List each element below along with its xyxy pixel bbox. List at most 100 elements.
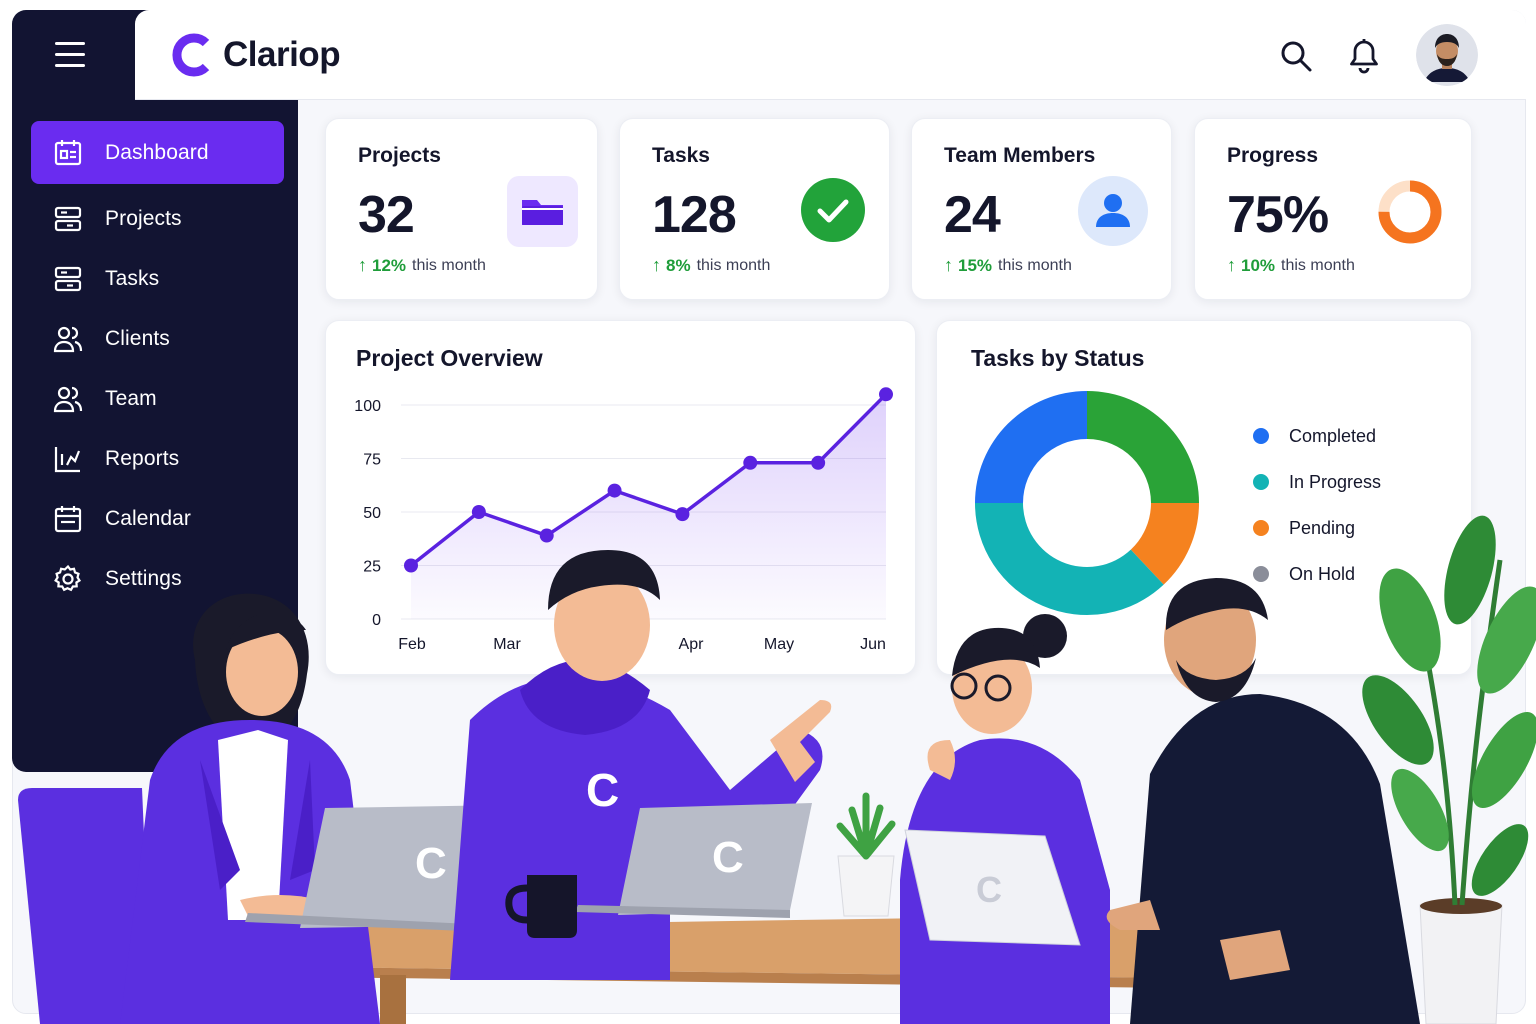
legend-label: In Progress bbox=[1289, 471, 1382, 492]
arrow-up-icon: ↑ bbox=[652, 255, 661, 275]
team-icon bbox=[53, 384, 83, 414]
stat-delta-label: this month bbox=[1281, 256, 1355, 274]
menu-icon[interactable] bbox=[55, 42, 85, 68]
stat-delta: ↑ 15% this month bbox=[944, 255, 1072, 276]
arrow-up-icon: ↑ bbox=[944, 255, 953, 275]
data-point[interactable] bbox=[879, 387, 893, 402]
legend-item[interactable]: In Progress bbox=[1253, 459, 1381, 505]
stat-card-team-members[interactable]: Team Members 24 ↑ 15% this month bbox=[911, 118, 1172, 300]
projects-icon bbox=[53, 204, 83, 234]
y-tick-label: 50 bbox=[363, 505, 381, 522]
reports-icon bbox=[53, 444, 83, 474]
x-tick-label: Jun bbox=[860, 636, 886, 653]
stat-card-tasks[interactable]: Tasks 128 ↑ 8% this month bbox=[619, 118, 890, 300]
stat-delta-value: 10% bbox=[1241, 255, 1276, 275]
legend-label: Pending bbox=[1289, 517, 1356, 538]
tasks-icon bbox=[53, 264, 83, 294]
project-overview-chart: 0 25 50 75 100 Feb Mar Apr May Jun bbox=[354, 387, 893, 653]
arrow-up-icon: ↑ bbox=[1227, 255, 1236, 275]
sidebar-item-team[interactable]: Team bbox=[31, 369, 284, 429]
legend-dot bbox=[1253, 474, 1269, 490]
folder-icon bbox=[507, 176, 578, 247]
stat-value: 24 bbox=[944, 186, 1001, 244]
app-name: Clariop bbox=[223, 35, 341, 74]
stat-delta: ↑ 8% this month bbox=[652, 255, 770, 276]
stat-delta: ↑ 12% this month bbox=[358, 255, 486, 276]
sidebar-item-reports[interactable]: Reports bbox=[31, 429, 284, 489]
sidebar-item-clients[interactable]: Clients bbox=[31, 309, 284, 369]
stat-title: Team Members bbox=[944, 144, 1096, 167]
sidebar-item-label: Clients bbox=[105, 327, 170, 350]
chart-title: Tasks by Status bbox=[971, 345, 1145, 371]
calendar-icon bbox=[53, 504, 83, 534]
stat-delta-label: this month bbox=[998, 256, 1072, 274]
x-tick-label: Apr bbox=[679, 636, 705, 653]
sidebar-item-projects[interactable]: Projects bbox=[31, 189, 284, 249]
legend-label: On Hold bbox=[1289, 563, 1356, 584]
stat-delta-label: this month bbox=[412, 256, 486, 274]
data-point[interactable] bbox=[743, 455, 758, 470]
y-tick-label: 100 bbox=[354, 398, 381, 415]
legend-label: Completed bbox=[1289, 425, 1377, 446]
donut-slice[interactable] bbox=[975, 391, 1087, 503]
x-tick-label: Mar bbox=[493, 636, 521, 653]
top-bar bbox=[135, 10, 1526, 100]
settings-icon bbox=[53, 564, 83, 594]
data-point[interactable] bbox=[607, 483, 622, 498]
stat-title: Progress bbox=[1227, 144, 1319, 167]
y-tick-label: 25 bbox=[363, 559, 381, 576]
tasks-by-status-chart bbox=[975, 391, 1199, 615]
donut-slice[interactable] bbox=[975, 503, 1164, 615]
stat-value: 75% bbox=[1227, 186, 1329, 244]
dashboard-icon bbox=[53, 138, 83, 168]
user-icon bbox=[1078, 176, 1148, 251]
x-tick-label: May bbox=[764, 636, 794, 653]
stat-delta-value: 8% bbox=[666, 255, 691, 275]
sidebar-item-label: Projects bbox=[105, 207, 182, 230]
y-tick-label: 75 bbox=[363, 452, 381, 469]
data-point[interactable] bbox=[539, 528, 554, 543]
data-point[interactable] bbox=[471, 505, 486, 519]
sidebar-item-settings[interactable]: Settings bbox=[31, 549, 284, 609]
data-point[interactable] bbox=[675, 507, 690, 522]
bell-icon[interactable] bbox=[1344, 36, 1384, 76]
y-tick-label: 0 bbox=[372, 612, 381, 629]
search-icon[interactable] bbox=[1276, 36, 1316, 76]
logo-icon bbox=[172, 33, 210, 77]
arrow-up-icon: ↑ bbox=[358, 255, 367, 275]
tasks-by-status-card: Tasks by Status Completed In Progress Pe… bbox=[936, 320, 1472, 675]
sidebar-item-tasks[interactable]: Tasks bbox=[31, 249, 284, 309]
app-logo[interactable]: Clariop bbox=[171, 33, 341, 77]
stat-delta-value: 12% bbox=[372, 255, 407, 275]
legend-dot bbox=[1253, 566, 1269, 582]
sidebar-item-label: Calendar bbox=[105, 507, 192, 530]
sidebar-item-label: Tasks bbox=[105, 267, 160, 290]
legend-dot bbox=[1253, 520, 1269, 536]
stat-delta-value: 15% bbox=[958, 255, 993, 275]
stat-title: Projects bbox=[358, 144, 441, 167]
dashboard-screen: Dashboard Projects Tasks Clients Team Re… bbox=[0, 0, 1536, 1024]
sidebar-item-label: Dashboard bbox=[105, 140, 209, 164]
stat-title: Tasks bbox=[652, 144, 710, 167]
sidebar-item-calendar[interactable]: Calendar bbox=[31, 489, 284, 549]
legend-item[interactable]: Completed bbox=[1253, 413, 1381, 459]
sidebar-nav: Dashboard Projects Tasks Clients Team Re… bbox=[31, 121, 284, 609]
sidebar-item-label: Reports bbox=[105, 447, 180, 470]
sidebar-item-dashboard[interactable]: Dashboard bbox=[31, 121, 284, 184]
stat-value: 32 bbox=[358, 186, 415, 244]
stat-delta-label: this month bbox=[696, 256, 771, 274]
legend-item[interactable]: Pending bbox=[1253, 505, 1381, 551]
data-point[interactable] bbox=[404, 558, 418, 573]
stat-card-projects[interactable]: Projects 32 ↑ 12% this month bbox=[325, 118, 598, 300]
project-overview-card: Project Overview 0 25 50 75 100 Feb Mar Apr May J… bbox=[325, 320, 916, 675]
sidebar-item-label: Team bbox=[105, 387, 157, 410]
stat-card-progress[interactable]: Progress 75% ↑ 10% this month bbox=[1194, 118, 1472, 300]
sidebar-item-label: Settings bbox=[105, 567, 182, 590]
donut-slice[interactable] bbox=[1087, 391, 1199, 503]
legend-dot bbox=[1253, 428, 1269, 444]
ring-progress-icon bbox=[1377, 179, 1443, 250]
legend-item[interactable]: On Hold bbox=[1253, 551, 1381, 597]
data-point[interactable] bbox=[811, 455, 826, 470]
user-avatar[interactable] bbox=[1416, 24, 1478, 86]
stat-delta: ↑ 10% this month bbox=[1227, 255, 1355, 276]
